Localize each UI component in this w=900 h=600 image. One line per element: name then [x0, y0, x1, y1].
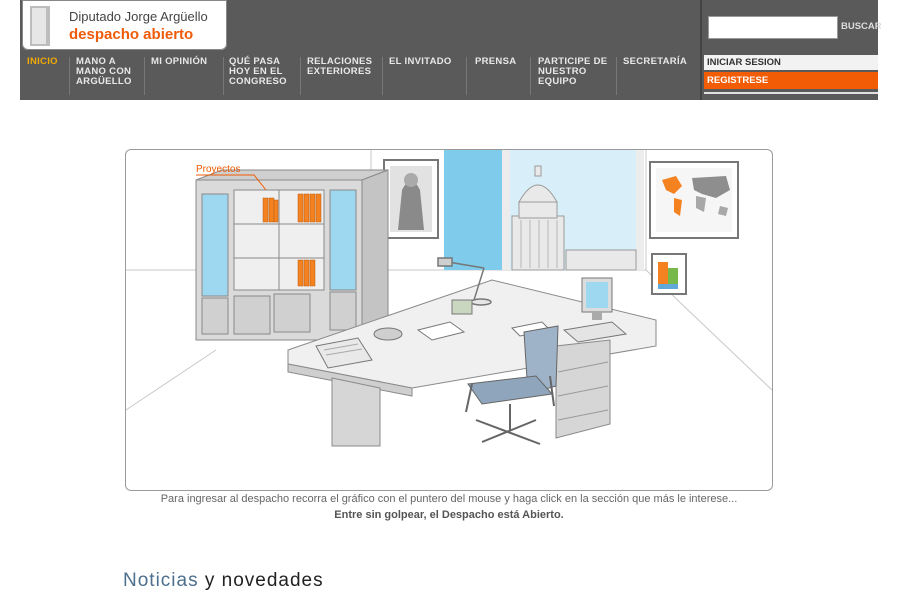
nav-divider [144, 57, 145, 95]
nav-item-participe[interactable]: PARTICIPE DE NUESTRO EQUIPO [538, 57, 612, 95]
search-input[interactable] [708, 16, 838, 39]
nav-item-secretaria[interactable]: SECRETARÍA [623, 57, 697, 95]
nav-divider [466, 57, 467, 95]
nav-item-inicio[interactable]: INICIO [27, 57, 65, 95]
main-nav: INICIO MANO A MANO CON ARGÜELLO MI OPINI… [20, 57, 702, 97]
office-scene: Proyectos [126, 150, 772, 447]
nav-divider [530, 57, 531, 95]
news-heading: Noticias y novedades [123, 570, 324, 592]
nav-item-relaciones-exteriores[interactable]: RELACIONES EXTERIORES [307, 57, 379, 95]
window[interactable] [444, 150, 644, 271]
logo-name: Diputado Jorge Argüello [69, 9, 208, 24]
nav-divider [382, 57, 383, 95]
site-logo[interactable]: Diputado Jorge Argüello despacho abierto [22, 0, 227, 50]
nav-divider [69, 57, 70, 95]
header-divider [700, 0, 702, 100]
nav-item-mi-opinion[interactable]: MI OPINIÓN [151, 57, 217, 95]
world-map[interactable] [649, 161, 739, 239]
projects-label: Proyectos [196, 164, 240, 175]
news-heading-primary: Noticias [123, 570, 199, 591]
nav-item-prensa[interactable]: PRENSA [475, 57, 525, 95]
register-link[interactable]: REGISTRESE [704, 72, 878, 89]
office-illustration[interactable]: Proyectos [125, 149, 773, 491]
nav-item-que-pasa[interactable]: QUÉ PASA HOY EN EL CONGRESO [229, 57, 295, 95]
bookshelf[interactable] [195, 169, 389, 341]
tagline: Entre sin golpear, el Despacho está Abie… [334, 509, 564, 521]
nav-divider [300, 57, 301, 95]
logo-mark-inner [32, 8, 46, 44]
nav-item-mano-a-mano[interactable]: MANO A MANO CON ARGÜELLO [76, 57, 140, 95]
news-heading-secondary: y novedades [204, 570, 324, 591]
nav-item-el-invitado[interactable]: EL INVITADO [389, 57, 463, 95]
wall-chart[interactable] [651, 253, 687, 295]
logo-subtitle: despacho abierto [69, 26, 194, 43]
login-link[interactable]: INICIAR SESION [704, 55, 878, 70]
telephone[interactable] [373, 327, 403, 341]
header: Diputado Jorge Argüello despacho abierto… [20, 0, 881, 100]
page: Diputado Jorge Argüello despacho abierto… [20, 0, 881, 600]
search-button[interactable]: BUSCAR [838, 16, 881, 37]
instructions-text: Para ingresar al despacho recorra el grá… [160, 493, 738, 505]
nav-divider [223, 57, 224, 95]
nav-divider [616, 57, 617, 95]
wall-picture[interactable] [383, 159, 439, 239]
divider [704, 92, 878, 94]
